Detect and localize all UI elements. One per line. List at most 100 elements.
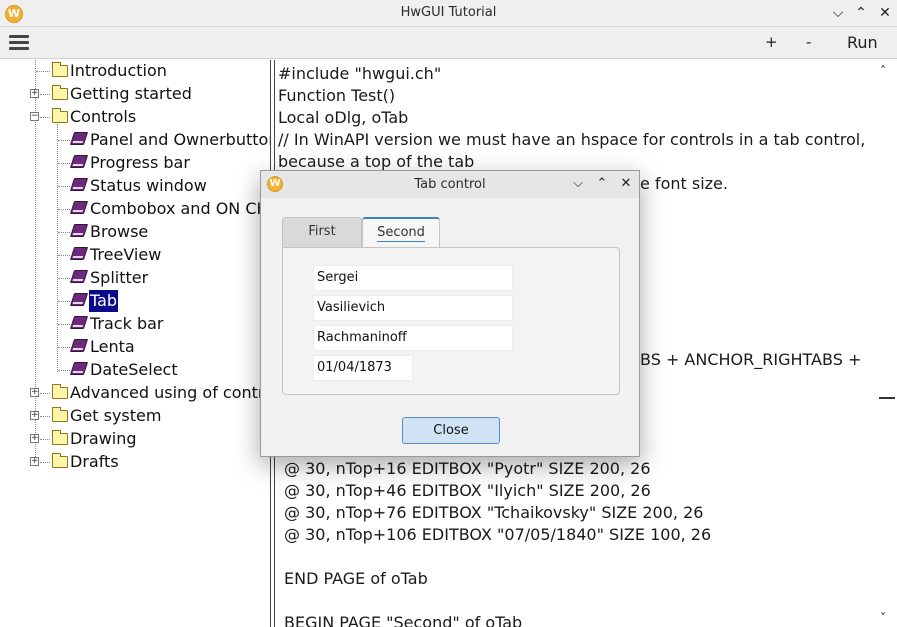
- tree-item-label: Controls: [70, 107, 137, 126]
- tree-item-label: Drawing: [70, 429, 137, 448]
- tree-item-label: Status window: [90, 176, 207, 195]
- tree-item-status-window[interactable]: Status window: [0, 175, 270, 198]
- tree-item-browse[interactable]: Browse: [0, 221, 270, 244]
- folder-icon: [52, 430, 68, 445]
- tree-item-drafts[interactable]: + Drafts: [0, 451, 270, 474]
- tab-page-second: Sergei Vasilievich Rachmaninoff 01/04/18…: [282, 247, 620, 395]
- vertical-scrollbar[interactable]: ˄ ˅: [877, 60, 897, 627]
- folder-icon: [52, 384, 68, 399]
- zoom-in-button[interactable]: +: [765, 33, 778, 51]
- book-icon: [69, 247, 89, 260]
- tree-item-splitter[interactable]: Splitter: [0, 267, 270, 290]
- tree-item-combobox[interactable]: Combobox and ON CH: [0, 198, 270, 221]
- dialog-title-bar: W Tab control ⌵ ⌃ ✕: [261, 171, 639, 198]
- tree-item-getting-started[interactable]: + Getting started: [0, 83, 270, 106]
- tree-item-label: Getting started: [70, 84, 192, 103]
- tree-item-dateselect[interactable]: DateSelect: [0, 359, 270, 382]
- tab-second[interactable]: Second: [362, 217, 440, 247]
- tab-first[interactable]: First: [282, 217, 362, 247]
- hamburger-menu-icon[interactable]: [9, 35, 29, 51]
- minimize-icon[interactable]: ⌵: [568, 174, 588, 194]
- tree-item-label: Combobox and ON CH: [90, 199, 269, 218]
- birth-date-field[interactable]: 01/04/1873: [313, 355, 413, 381]
- book-icon: [69, 270, 89, 283]
- code-line: BEGIN PAGE "Second" of oTab: [284, 613, 523, 627]
- expand-icon[interactable]: +: [30, 434, 39, 443]
- expand-icon[interactable]: +: [30, 89, 39, 98]
- tree-item-label: Lenta: [90, 337, 135, 356]
- tree-item-label: Progress bar: [90, 153, 190, 172]
- close-icon[interactable]: ✕: [616, 174, 636, 194]
- book-icon: [69, 339, 89, 352]
- tree-item-label: Splitter: [90, 268, 149, 287]
- book-icon: [69, 293, 89, 306]
- run-button[interactable]: Run: [847, 33, 878, 52]
- tree-item-drawing[interactable]: + Drawing: [0, 428, 270, 451]
- tree-item-label: Get system: [70, 406, 162, 425]
- book-icon: [69, 178, 89, 191]
- title-bar: W HwGUI Tutorial ⌵ ⌃ ✕: [0, 0, 897, 27]
- first-name-field[interactable]: Sergei: [313, 265, 513, 291]
- folder-icon: [52, 453, 68, 468]
- folder-icon: [52, 108, 68, 123]
- code-line: Function Test(): [278, 86, 396, 105]
- tutorial-tree: Introduction + Getting started − Control…: [0, 60, 270, 627]
- folder-icon: [52, 62, 68, 77]
- minimize-icon[interactable]: ⌵: [828, 3, 848, 23]
- tree-item-panel-ownerbutton[interactable]: Panel and Ownerbutton: [0, 129, 270, 152]
- tree-item-label: Track bar: [90, 314, 164, 333]
- tab-second-label: Second: [377, 225, 425, 242]
- tree-item-controls[interactable]: − Controls: [0, 106, 270, 129]
- book-icon: [69, 201, 89, 214]
- close-icon[interactable]: ✕: [875, 3, 895, 23]
- tree-item-introduction[interactable]: Introduction: [0, 60, 270, 83]
- window-title: HwGUI Tutorial: [400, 5, 497, 20]
- tree-item-track-bar[interactable]: Track bar: [0, 313, 270, 336]
- tree-item-label-selected: Tab: [89, 290, 119, 312]
- code-line: END PAGE of oTab: [284, 569, 428, 588]
- maximize-icon[interactable]: ⌃: [851, 3, 871, 23]
- tree-item-progress-bar[interactable]: Progress bar: [0, 152, 270, 175]
- book-icon: [69, 362, 89, 375]
- code-line: Local oDlg, oTab: [278, 108, 409, 127]
- book-icon: [69, 224, 89, 237]
- tree-item-label: DateSelect: [90, 360, 178, 379]
- scroll-thumb[interactable]: [879, 397, 895, 399]
- last-name-field[interactable]: Rachmaninoff: [313, 325, 513, 351]
- tree-item-label: TreeView: [90, 245, 162, 264]
- tree-item-label: Browse: [90, 222, 149, 241]
- maximize-icon[interactable]: ⌃: [592, 174, 612, 194]
- toolbar: + - Run: [0, 27, 897, 59]
- code-line: BS + ANCHOR_RIGHTABS +: [640, 350, 862, 369]
- tree-item-label: Introduction: [70, 61, 167, 80]
- expand-icon[interactable]: +: [30, 411, 39, 420]
- code-line: #include "hwgui.ch": [278, 64, 442, 83]
- tree-item-get-system[interactable]: + Get system: [0, 405, 270, 428]
- collapse-icon[interactable]: −: [30, 112, 39, 121]
- expand-icon[interactable]: +: [30, 388, 39, 397]
- book-icon: [69, 132, 89, 145]
- book-icon: [69, 155, 89, 168]
- code-line: // In WinAPI version we must have an hsp…: [278, 130, 866, 149]
- close-button[interactable]: Close: [402, 417, 500, 444]
- code-line: @ 30, nTop+46 EDITBOX "Ilyich" SIZE 200,…: [284, 481, 651, 500]
- code-line: @ 30, nTop+16 EDITBOX "Pyotr" SIZE 200, …: [284, 459, 651, 478]
- tree-item-label: Drafts: [70, 452, 119, 471]
- zoom-out-button[interactable]: -: [806, 33, 811, 51]
- folder-icon: [52, 407, 68, 422]
- patronymic-field[interactable]: Vasilievich: [313, 295, 513, 321]
- tab-control-dialog: W Tab control ⌵ ⌃ ✕ First Second Sergei …: [260, 170, 640, 457]
- tree-item-advanced[interactable]: + Advanced using of contro: [0, 382, 270, 405]
- tree-item-lenta[interactable]: Lenta: [0, 336, 270, 359]
- code-line: e font size.: [640, 174, 728, 193]
- tree-item-treeview[interactable]: TreeView: [0, 244, 270, 267]
- tree-item-label: Advanced using of contro: [70, 383, 270, 402]
- code-line: @ 30, nTop+106 EDITBOX "07/05/1840" SIZE…: [284, 525, 712, 544]
- folder-icon: [52, 85, 68, 100]
- scroll-down-icon[interactable]: ˅: [880, 611, 886, 625]
- book-icon: [69, 316, 89, 329]
- code-line: @ 30, nTop+76 EDITBOX "Tchaikovsky" SIZE…: [284, 503, 704, 522]
- scroll-up-icon[interactable]: ˄: [880, 64, 886, 78]
- expand-icon[interactable]: +: [30, 457, 39, 466]
- tree-item-tab[interactable]: Tab: [0, 290, 270, 313]
